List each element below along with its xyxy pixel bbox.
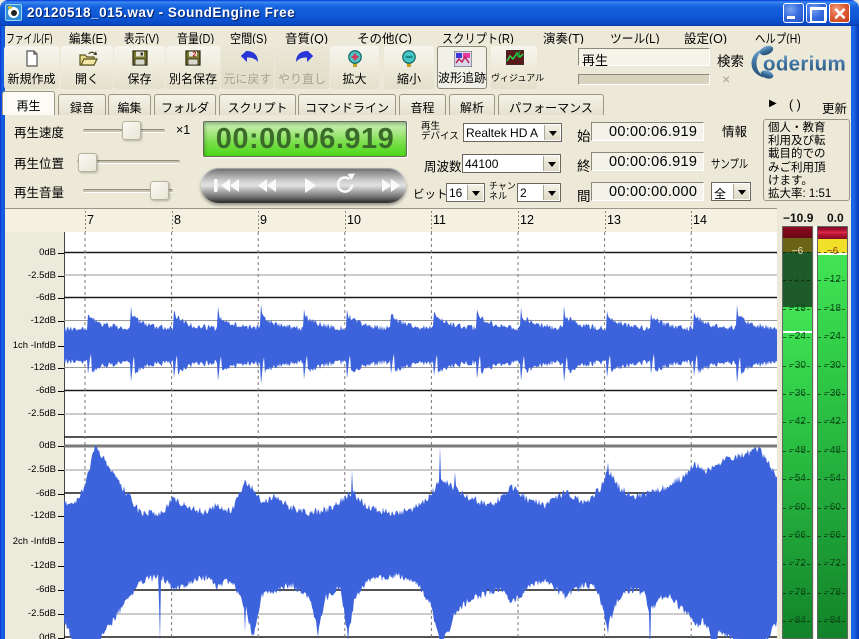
svg-text:oderium: oderium	[763, 53, 846, 76]
svg-text:2: 2	[193, 52, 197, 59]
